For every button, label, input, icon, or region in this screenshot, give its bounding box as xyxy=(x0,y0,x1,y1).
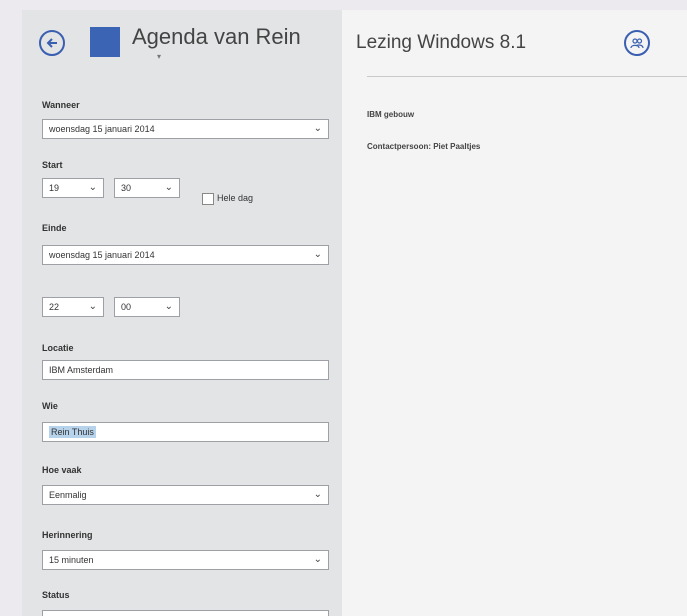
back-arrow-icon xyxy=(46,38,57,48)
chevron-down-icon: ⌄ xyxy=(88,182,97,193)
who-value: Rein Thuis xyxy=(49,426,96,438)
location-label: Locatie xyxy=(42,343,74,353)
frequency-label: Hoe vaak xyxy=(42,465,82,475)
end-hour-select[interactable]: 22 ⌄ xyxy=(42,297,104,317)
chevron-down-icon: ⌄ xyxy=(313,489,322,500)
event-detail-panel: Lezing Windows 8.1 IBM gebouw Contactper… xyxy=(342,10,687,616)
location-value: IBM Amsterdam xyxy=(49,365,114,375)
start-label: Start xyxy=(42,160,63,170)
event-detail-line[interactable]: Contactpersoon: Piet Paaltjes xyxy=(367,142,480,151)
end-minute-value: 00 xyxy=(121,302,132,312)
end-minute-select[interactable]: 00 ⌄ xyxy=(114,297,180,317)
location-input[interactable]: IBM Amsterdam xyxy=(42,360,329,380)
calendar-color-swatch xyxy=(90,27,120,57)
when-date-value: woensdag 15 januari 2014 xyxy=(49,124,155,134)
reminder-select[interactable]: 15 minuten ⌄ xyxy=(42,550,329,570)
end-label: Einde xyxy=(42,223,67,233)
event-edit-panel: Agenda van Rein ▾ Wanneer woensdag 15 ja… xyxy=(22,10,342,616)
who-input[interactable]: Rein Thuis xyxy=(42,422,329,442)
event-detail-line[interactable]: IBM gebouw xyxy=(367,110,414,119)
chevron-down-icon: ⌄ xyxy=(313,249,322,260)
start-minute-select[interactable]: 30 ⌄ xyxy=(114,178,180,198)
all-day-label: Hele dag xyxy=(217,193,254,203)
chevron-down-icon: ⌄ xyxy=(164,182,173,193)
end-date-select[interactable]: woensdag 15 januari 2014 ⌄ xyxy=(42,245,329,265)
reminder-label: Herinnering xyxy=(42,530,93,540)
when-date-select[interactable]: woensdag 15 januari 2014 ⌄ xyxy=(42,119,329,139)
people-icon xyxy=(630,38,644,49)
event-title[interactable]: Lezing Windows 8.1 xyxy=(356,32,526,54)
chevron-down-icon: ⌄ xyxy=(88,301,97,312)
status-select[interactable] xyxy=(42,610,329,616)
chevron-down-icon: ⌄ xyxy=(313,554,322,565)
calendar-name[interactable]: Agenda van Rein xyxy=(132,24,301,50)
back-button[interactable] xyxy=(39,30,65,56)
chevron-down-icon: ⌄ xyxy=(313,123,322,134)
status-label: Status xyxy=(42,590,70,600)
title-divider xyxy=(367,76,687,77)
when-label: Wanneer xyxy=(42,100,80,110)
who-label: Wie xyxy=(42,401,58,411)
calendar-dropdown-hint: ▾ xyxy=(157,52,164,61)
end-date-value: woensdag 15 januari 2014 xyxy=(49,250,155,260)
all-day-checkbox[interactable] xyxy=(202,193,214,205)
start-minute-value: 30 xyxy=(121,183,132,193)
people-button[interactable] xyxy=(624,30,650,56)
frequency-value: Eenmalig xyxy=(49,490,87,500)
start-hour-value: 19 xyxy=(49,183,60,193)
frequency-select[interactable]: Eenmalig ⌄ xyxy=(42,485,329,505)
chevron-down-icon: ⌄ xyxy=(164,301,173,312)
end-hour-value: 22 xyxy=(49,302,60,312)
start-hour-select[interactable]: 19 ⌄ xyxy=(42,178,104,198)
reminder-value: 15 minuten xyxy=(49,555,94,565)
